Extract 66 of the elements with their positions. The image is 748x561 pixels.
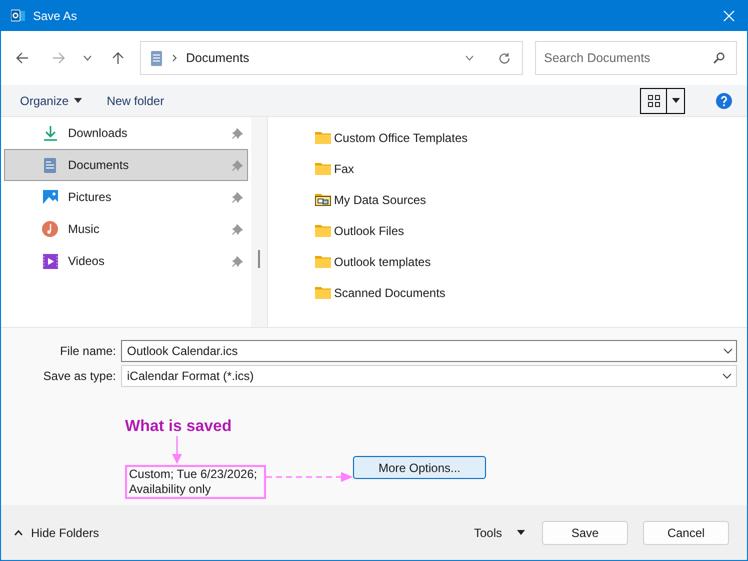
cancel-button[interactable]: Cancel [643,520,729,544]
folder-item[interactable]: My Data Sources [315,191,426,222]
app-icon [11,8,25,22]
more-options-button[interactable]: More Options... [353,456,486,479]
address-bar[interactable]: Documents [140,41,523,75]
help-icon[interactable] [716,92,732,108]
folder-item[interactable]: Custom Office Templates [315,129,468,160]
save-as-type-dropdown[interactable]: iCalendar Format (*.ics) [121,365,737,387]
hide-folders-button[interactable]: Hide Folders [14,524,100,542]
video-icon [42,254,58,268]
download-icon [44,126,56,140]
view-options-button[interactable] [640,88,685,114]
scrollbar-thumb[interactable] [258,250,260,268]
folder-icon [315,255,331,268]
document-icon [151,50,162,66]
file-name-label: File name: [58,343,117,360]
search-field[interactable]: Search Documents [535,41,737,75]
picture-icon [42,190,58,204]
scrollbar[interactable] [251,117,267,327]
folder-item[interactable]: Outlook Files [315,222,404,253]
folder-icon [315,224,331,237]
sidebar-item[interactable]: Documents [4,149,248,181]
chevron-up-icon [14,530,23,536]
chevron-down-icon[interactable] [83,55,92,61]
folder-item[interactable]: Fax [315,160,354,191]
chevron-down-icon[interactable] [465,55,474,61]
sidebar-item[interactable]: Pictures [4,181,248,213]
chevron-down-icon[interactable] [722,373,732,379]
sidebar-item[interactable]: Music [4,213,248,245]
new-folder-button[interactable]: New folder [106,92,164,110]
chevron-right-icon [172,54,177,62]
sidebar-item[interactable]: Videos [4,245,248,277]
folder-icon [315,162,331,175]
save-summary: Custom; Tue 6/23/2026; Availability only [125,465,266,499]
save-button[interactable]: Save [542,520,628,544]
caret-icon [517,530,525,535]
save-as-type-label: Save as type: [42,368,117,385]
folder-item[interactable]: Outlook templates [315,253,431,284]
music-icon [42,221,58,237]
forward-arrow-icon[interactable] [52,52,65,64]
pin-icon[interactable] [232,224,243,234]
up-arrow-icon[interactable] [112,52,124,64]
grid-icon [648,94,660,106]
folder-item[interactable]: Scanned Documents [315,284,446,315]
sidebar-item[interactable]: Downloads [4,117,248,149]
pin-icon[interactable] [232,192,243,202]
annotation-text: What is saved [125,418,232,436]
close-icon[interactable] [723,10,735,22]
chevron-down-icon[interactable] [723,348,733,354]
folder-icon [315,286,331,299]
file-name-field[interactable]: Outlook Calendar.ics [121,340,737,362]
search-icon [713,52,725,64]
annotation-arrow [171,436,183,465]
pin-icon[interactable] [232,256,243,266]
back-arrow-icon[interactable] [16,52,29,64]
path-segment[interactable]: Documents [186,48,250,68]
pin-icon[interactable] [232,128,243,138]
tools-menu-button[interactable]: Tools [474,524,525,542]
caret-icon [672,98,680,103]
folder-icon [315,131,331,144]
caret-icon [74,98,82,103]
organize-menu-button[interactable]: Organize [20,92,82,110]
refresh-icon[interactable] [498,52,511,64]
document-icon [44,158,56,172]
window-title: Save As [33,8,78,24]
data-folder-icon [315,193,331,206]
